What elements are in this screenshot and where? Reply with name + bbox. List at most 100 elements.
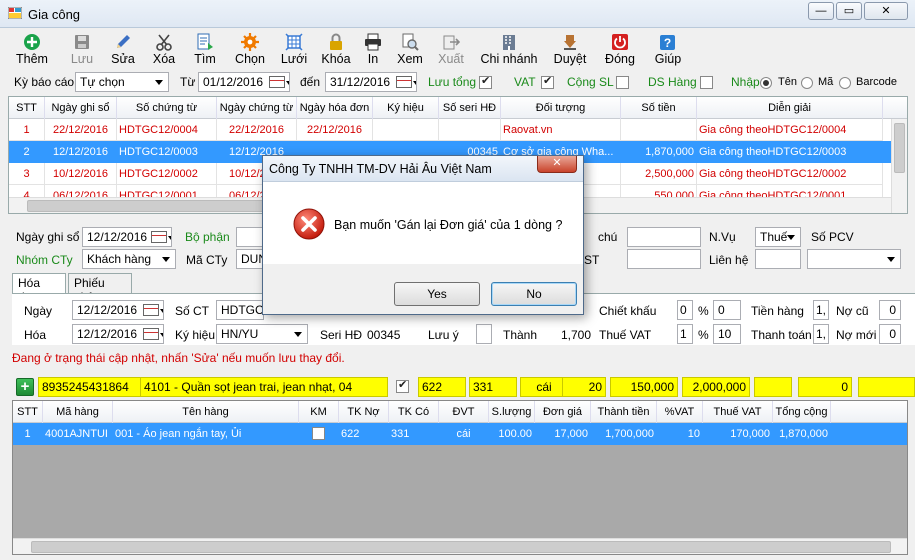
item-col-header[interactable]: %VAT xyxy=(657,401,703,423)
sum-sl-checkbox[interactable] xyxy=(616,76,629,89)
toolbar-button-2[interactable]: Lưu xyxy=(64,30,100,70)
thanhtoan-input[interactable]: 1, xyxy=(813,324,829,344)
toolbar-button-10[interactable]: Xem xyxy=(392,30,428,70)
km-row-checkbox[interactable] xyxy=(312,427,325,440)
doc-col-header[interactable]: Diễn giải xyxy=(697,97,883,119)
item-col-header[interactable]: Tổng cộng xyxy=(773,401,831,423)
minimize-button[interactable]: — xyxy=(808,2,834,20)
item-col-header[interactable]: KM xyxy=(299,401,339,423)
item-col-header[interactable]: Đơn giá xyxy=(535,401,591,423)
tab-hoa-don[interactable]: Hóa đơn xyxy=(12,273,66,304)
lienhe-select[interactable] xyxy=(807,249,901,269)
item-col-header[interactable]: ĐVT xyxy=(439,401,489,423)
tab-phieu-nhap[interactable]: Phiếu nhập xyxy=(68,273,132,304)
no-button[interactable]: No xyxy=(491,282,577,306)
from-date-input[interactable]: 01/12/2016 xyxy=(198,72,290,92)
toolbar-button-12[interactable]: Chi nhánh xyxy=(476,30,542,70)
hscroll-thumb[interactable] xyxy=(27,200,297,212)
maximize-button[interactable]: ▭ xyxy=(836,2,862,20)
doc-col-header[interactable]: Ngày ghi sổ xyxy=(45,97,117,119)
vat-amount-input[interactable]: 1 xyxy=(677,324,693,344)
toolbar-button-14[interactable]: Đóng xyxy=(598,30,642,70)
total-cell[interactable] xyxy=(858,377,915,397)
toolbar-button-11[interactable]: Xuất xyxy=(432,30,470,70)
calendar-icon[interactable] xyxy=(143,328,163,340)
vat-select[interactable] xyxy=(754,377,792,397)
ghichu-input[interactable] xyxy=(627,227,701,247)
hscroll-thumb[interactable] xyxy=(31,541,891,553)
toolbar-button-4[interactable]: Xóa xyxy=(146,30,182,70)
item-grid[interactable]: STT Mã hàng Tên hàng KM TK Nợ TK Có ĐVT S.lượng… xyxy=(12,400,908,555)
to-date-input[interactable]: 31/12/2016 xyxy=(325,72,417,92)
ngay-date-input[interactable]: 12/12/2016 xyxy=(72,300,164,320)
unit-price-input[interactable]: 150,000 xyxy=(610,377,678,397)
doc-col-header[interactable]: STT xyxy=(9,97,45,119)
item-grid-hscroll[interactable] xyxy=(13,538,907,554)
ngs-date-input[interactable]: 12/12/2016 xyxy=(82,227,172,247)
vat-amount-cell[interactable]: 0 xyxy=(798,377,852,397)
ds-hang-checkbox[interactable] xyxy=(700,76,713,89)
close-button[interactable]: ✕ xyxy=(864,2,908,20)
toolbar-button-5[interactable]: Tìm xyxy=(185,30,225,70)
radio-code[interactable] xyxy=(801,77,813,89)
item-table-row[interactable]: 1 4001AJNTUI 001 - Áo jean ngắn tay, Ủi 622… xyxy=(13,423,907,445)
period-select[interactable]: Tự chọn xyxy=(75,72,169,92)
toolbar-button-3[interactable]: Sửa xyxy=(104,30,142,70)
item-col-header[interactable]: Thuế VAT xyxy=(703,401,773,423)
item-col-header[interactable]: TK Nợ xyxy=(339,401,389,423)
soct-input[interactable]: HDTGC xyxy=(216,300,264,320)
save-total-checkbox[interactable] xyxy=(479,74,492,89)
item-col-header[interactable]: Mã hàng xyxy=(43,401,113,423)
doc-col-header[interactable]: Ký hiệu xyxy=(373,97,439,119)
toolbar-button-1[interactable]: Thêm xyxy=(10,30,54,70)
tkno-select[interactable]: 622 xyxy=(418,377,466,397)
toolbar-button-9[interactable]: In xyxy=(358,30,388,70)
radio-barcode[interactable] xyxy=(839,77,851,89)
hoa-date-input[interactable]: 12/12/2016 xyxy=(72,324,164,344)
nvu-select[interactable]: Thuế xyxy=(755,227,801,247)
item-col-header[interactable]: S.lượng xyxy=(489,401,535,423)
toolbar-button-6[interactable]: Chọn xyxy=(228,30,272,70)
nomoi-input[interactable]: 0 xyxy=(879,324,901,344)
vat-pct-input[interactable]: 10 xyxy=(713,324,741,344)
km-checkbox[interactable] xyxy=(396,378,409,393)
lienhe-input[interactable] xyxy=(755,249,801,269)
barcode-input[interactable]: 8935245431864 xyxy=(38,377,149,397)
st-input[interactable] xyxy=(627,249,701,269)
ck-pct-input[interactable]: 0 xyxy=(713,300,741,320)
toolbar-button-13[interactable]: Duyệt xyxy=(549,30,591,70)
toolbar-button-15[interactable]: ? Giúp xyxy=(648,30,688,70)
doc-col-header[interactable]: Số tiền xyxy=(621,97,697,119)
doc-col-header[interactable]: Số chứng từ xyxy=(117,97,217,119)
calendar-icon[interactable] xyxy=(151,231,171,243)
doc-col-header[interactable]: Ngày hóa đơn xyxy=(297,97,373,119)
item-col-header[interactable]: TK Có xyxy=(389,401,439,423)
item-col-header[interactable]: Tên hàng xyxy=(113,401,299,423)
item-select[interactable]: 4101 - Quần sọt jean trai, jean nhạt, 04 xyxy=(140,377,388,397)
calendar-icon[interactable] xyxy=(143,304,163,316)
doc-col-header[interactable]: Đối tượng xyxy=(501,97,621,119)
doc-col-header[interactable]: Số seri HĐ xyxy=(439,97,501,119)
yes-button[interactable]: Yes xyxy=(394,282,480,306)
ck-amount-input[interactable]: 0 xyxy=(677,300,693,320)
document-grid-vscroll[interactable] xyxy=(891,119,907,213)
dialog-close-button[interactable]: ✕ xyxy=(537,156,577,173)
vat-checkbox[interactable] xyxy=(541,74,554,89)
toolbar-button-8[interactable]: Khóa xyxy=(316,30,356,70)
calendar-icon[interactable] xyxy=(269,76,289,88)
amount-input[interactable]: 2,000,000 xyxy=(682,377,750,397)
luuy-input[interactable] xyxy=(476,324,492,344)
radio-name[interactable] xyxy=(760,77,772,89)
tkco-select[interactable]: 331 xyxy=(469,377,517,397)
dvt-input[interactable]: cái xyxy=(520,377,568,397)
item-col-header[interactable]: Thành tiền xyxy=(591,401,657,423)
kyhieu-select[interactable]: HN/YU xyxy=(216,324,308,344)
nocu-input[interactable]: 0 xyxy=(879,300,901,320)
tienhang-input[interactable]: 1, xyxy=(813,300,829,320)
toolbar-button-7[interactable]: Lưới xyxy=(274,30,314,70)
quantity-input[interactable]: 20 xyxy=(562,377,606,397)
doc-table-row[interactable]: 1 22/12/2016 HDTGC12/0004 22/12/2016 22/12/2… xyxy=(9,119,907,141)
calendar-icon[interactable] xyxy=(396,76,416,88)
add-row-icon[interactable]: + xyxy=(16,378,34,396)
item-col-header[interactable]: STT xyxy=(13,401,43,423)
